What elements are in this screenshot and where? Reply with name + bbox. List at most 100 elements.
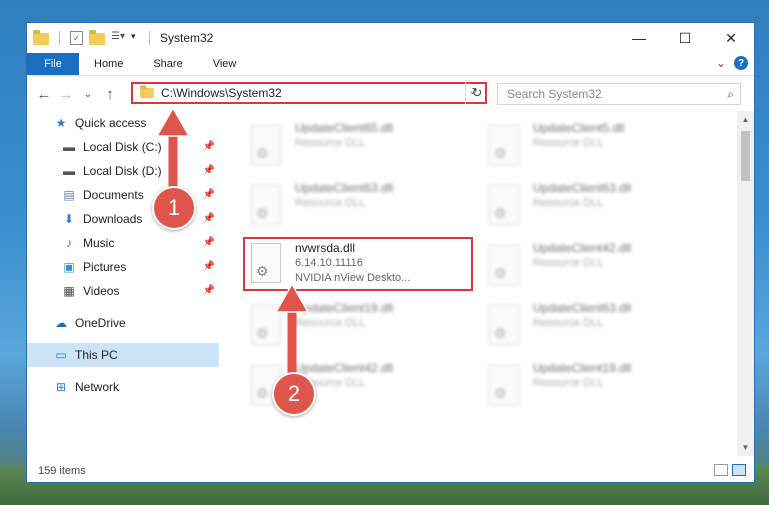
tab-home[interactable]: Home (79, 53, 138, 75)
sidebar-item-this-pc[interactable]: ▭ This PC (27, 343, 219, 367)
tab-view[interactable]: View (198, 53, 252, 75)
file-tile[interactable]: UpdateClient19.dllResource DLL (483, 359, 713, 413)
file-tile[interactable]: UpdateClient19.dllResource DLL (245, 299, 475, 353)
sidebar-item-quick-access[interactable]: ★ Quick access (27, 111, 219, 135)
videos-icon: ▦ (63, 284, 75, 298)
maximize-button[interactable]: ☐ (662, 23, 708, 53)
address-path: C:\Windows\System32 (161, 86, 282, 100)
refresh-button[interactable]: ↻ (465, 82, 488, 104)
dll-file-icon (489, 185, 519, 225)
file-tile[interactable]: UpdateClient5.dllResource DLL (483, 119, 713, 173)
file-tile[interactable]: UpdateClient63.dllResource DLL (483, 299, 713, 353)
recent-locations-button[interactable]: ⌄ (77, 89, 99, 100)
dll-file-icon (251, 125, 281, 165)
up-button[interactable]: ↑ (99, 86, 121, 103)
sidebar-item-label: Downloads (83, 212, 143, 226)
dropdown-icon[interactable]: ▾ (131, 31, 145, 45)
search-icon: ⌕ (727, 87, 734, 101)
scroll-up-icon[interactable]: ▲ (737, 115, 754, 124)
customize-toolbar-icon[interactable]: ☰▾ (111, 31, 125, 45)
pictures-icon: ▣ (63, 260, 75, 274)
ribbon-right: ⌄ ? (716, 56, 748, 70)
star-icon: ★ (55, 116, 67, 130)
details-view-icon[interactable] (714, 464, 728, 476)
divider (59, 31, 60, 45)
sidebar-item-videos[interactable]: ▦ Videos 📌 (27, 279, 219, 303)
ribbon-tabs: File Home Share View ⌄ ? (27, 53, 754, 76)
view-toggle (714, 464, 746, 476)
divider (149, 31, 150, 45)
sidebar-item-network[interactable]: ⊞ Network (27, 375, 219, 399)
address-bar[interactable]: C:\Windows\System32 ⌄ (131, 82, 487, 104)
sidebar-item-label: Local Disk (C:) (83, 140, 162, 154)
minimize-button[interactable]: — (616, 23, 662, 53)
sidebar-item-label: This PC (75, 348, 118, 362)
computer-icon: ▭ (55, 348, 67, 362)
file-tile[interactable]: UpdateClient63.dllResource DLL (245, 179, 475, 233)
vertical-scrollbar[interactable]: ▲ ▼ (737, 111, 754, 456)
file-tile[interactable]: UpdateClient65.dllResource DLL (245, 119, 475, 173)
sidebar-item-label: Music (83, 236, 115, 250)
network-icon: ⊞ (55, 380, 67, 394)
tab-file[interactable]: File (27, 53, 79, 75)
step-callout-2: 2 (272, 372, 316, 416)
navigation-bar: ← → ⌄ ↑ C:\Windows\System32 ⌄ ↻ Search S… (27, 76, 754, 112)
pin-icon: 📌 (202, 213, 215, 224)
pin-icon: 📌 (202, 237, 215, 248)
item-count: 159 items (38, 465, 86, 477)
drive-icon: ▬ (63, 140, 75, 154)
folder-icon (33, 30, 49, 45)
dll-file-icon (489, 125, 519, 165)
forward-button[interactable]: → (55, 86, 77, 103)
sidebar-item-label: Videos (83, 284, 120, 298)
step-callout-1: 1 (152, 186, 196, 230)
properties-icon[interactable]: ✓ (70, 31, 83, 45)
pin-icon: 📌 (202, 189, 215, 200)
dll-file-icon (251, 243, 281, 283)
downloads-icon: ⬇ (63, 212, 75, 226)
folder-icon (140, 85, 154, 99)
window-controls: — ☐ ✕ (616, 23, 754, 53)
window-title: System32 (160, 31, 214, 45)
new-folder-icon[interactable] (89, 30, 105, 45)
scrollbar-thumb[interactable] (741, 131, 750, 181)
status-bar: 159 items (27, 460, 754, 482)
pin-icon: 📌 (202, 261, 215, 272)
sidebar-item-label: Documents (83, 188, 144, 202)
file-tile[interactable]: UpdateClient63.dllResource DLL (483, 179, 713, 233)
navigation-pane: ★ Quick access ▬ Local Disk (C:) 📌 ▬ Loc… (27, 111, 219, 456)
scroll-down-icon[interactable]: ▼ (737, 443, 754, 452)
sidebar-item-label: Quick access (75, 116, 147, 130)
sidebar-item-pictures[interactable]: ▣ Pictures 📌 (27, 255, 219, 279)
sidebar-item-local-disk-d[interactable]: ▬ Local Disk (D:) 📌 (27, 159, 219, 183)
search-placeholder: Search System32 (507, 87, 602, 101)
cloud-icon: ☁ (55, 316, 67, 330)
sidebar-item-label: Local Disk (D:) (83, 164, 162, 178)
file-tile-nvwrsda[interactable]: nvwrsda.dll 6.14.10.11116 NVIDIA nView D… (243, 237, 473, 291)
dll-file-icon (251, 185, 281, 225)
tab-share[interactable]: Share (138, 53, 197, 75)
sidebar-item-music[interactable]: ♪ Music 📌 (27, 231, 219, 255)
back-button[interactable]: ← (33, 86, 55, 103)
file-tile[interactable]: UpdateClient42.dllResource DLL (483, 239, 713, 293)
pin-icon: 📌 (202, 141, 215, 152)
sidebar-item-onedrive[interactable]: ☁ OneDrive (27, 311, 219, 335)
pin-icon: 📌 (202, 285, 215, 296)
sidebar-item-label: Pictures (83, 260, 127, 274)
expand-ribbon-icon[interactable]: ⌄ (716, 56, 726, 70)
tiles-view-icon[interactable] (732, 464, 746, 476)
close-button[interactable]: ✕ (708, 23, 754, 53)
dll-file-icon (489, 245, 519, 285)
sidebar-item-label: OneDrive (75, 316, 126, 330)
title-bar: ✓ ☰▾ ▾ System32 — ☐ ✕ (27, 23, 754, 53)
sidebar-item-local-disk-c[interactable]: ▬ Local Disk (C:) 📌 (27, 135, 219, 159)
dll-file-icon (251, 305, 281, 345)
documents-icon: ▤ (63, 188, 75, 202)
sidebar-item-label: Network (75, 380, 120, 394)
dll-file-icon (489, 305, 519, 345)
pin-icon: 📌 (202, 165, 215, 176)
help-icon[interactable]: ? (734, 56, 748, 70)
quick-access-toolbar: ✓ ☰▾ ▾ (27, 30, 145, 45)
drive-icon: ▬ (63, 164, 75, 178)
search-input[interactable]: Search System32 ⌕ (497, 83, 741, 105)
